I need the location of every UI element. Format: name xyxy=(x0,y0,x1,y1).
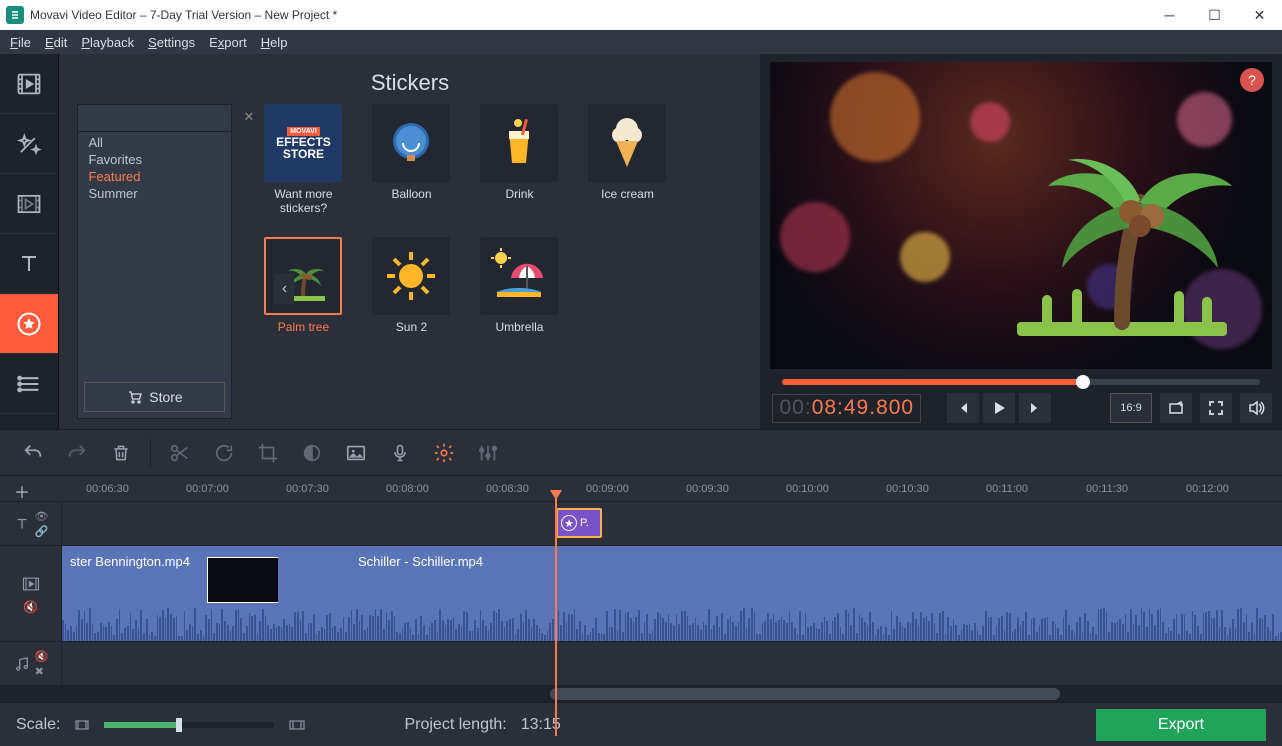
audio-track-icon xyxy=(13,655,31,673)
timeline-scrollbar[interactable] xyxy=(0,686,1282,702)
equalizer-button[interactable] xyxy=(471,436,505,470)
mute-icon[interactable]: 🔇 xyxy=(35,650,49,663)
menu-export[interactable]: Export xyxy=(209,35,247,50)
titles-track: 👁 🔗 ★P. xyxy=(0,502,1282,546)
playback-progress[interactable] xyxy=(782,379,1260,385)
link-icon[interactable]: 🔗 xyxy=(35,525,49,538)
timeline-toolbar xyxy=(0,429,1282,475)
video-clip-1[interactable]: ster Bennington.mp4 xyxy=(62,546,278,641)
sticker-sun-2[interactable]: Sun 2 xyxy=(368,237,454,334)
video-track-icon xyxy=(21,574,41,594)
clip-properties-button[interactable] xyxy=(427,436,461,470)
crop-button[interactable] xyxy=(251,436,285,470)
preview-panel: ? 00:08:49.800 16:9 xyxy=(760,54,1282,429)
sticker-clip[interactable]: ★P. xyxy=(556,508,602,538)
timeline: ＋ 00:06:30 00:07:00 00:07:30 00:08:00 00… xyxy=(0,475,1282,702)
audio-track: 🔇✖ xyxy=(0,642,1282,686)
tool-transitions[interactable] xyxy=(0,174,58,234)
tool-stickers[interactable] xyxy=(0,294,58,354)
tool-more[interactable] xyxy=(0,354,58,414)
aspect-ratio-button[interactable]: 16:9 xyxy=(1110,393,1152,423)
close-button[interactable]: ✕ xyxy=(1237,0,1282,30)
preview-video[interactable] xyxy=(770,62,1272,369)
mute-icon[interactable]: 🔇 xyxy=(23,600,38,614)
tool-filters[interactable] xyxy=(0,114,58,174)
category-summer[interactable]: Summer xyxy=(78,185,231,202)
menubar: File Edit Playback Settings Export Help xyxy=(0,30,1282,54)
next-frame-button[interactable] xyxy=(1019,393,1051,423)
sticker-drink[interactable]: Drink xyxy=(476,104,562,215)
fullscreen-button[interactable] xyxy=(1200,393,1232,423)
collapse-sidebar-handle[interactable]: ‹ xyxy=(274,274,294,304)
add-track-button[interactable]: ＋ xyxy=(14,479,34,499)
delete-button[interactable] xyxy=(104,436,138,470)
popout-button[interactable] xyxy=(1160,393,1192,423)
project-length-label: Project length: xyxy=(404,716,506,734)
category-search-input[interactable] xyxy=(88,111,243,125)
timeline-ruler[interactable]: ＋ 00:06:30 00:07:00 00:07:30 00:08:00 00… xyxy=(0,476,1282,502)
menu-help[interactable]: Help xyxy=(261,35,288,50)
stickers-panel: Stickers ✕ All Favorites Featured Summer… xyxy=(59,54,760,429)
scale-label: Scale: xyxy=(16,716,60,734)
store-button[interactable]: Store xyxy=(84,382,225,412)
cart-icon xyxy=(127,389,143,405)
prev-frame-button[interactable] xyxy=(947,393,979,423)
split-button[interactable] xyxy=(163,436,197,470)
fx-icon[interactable]: ✖ xyxy=(35,665,49,678)
visibility-icon[interactable]: 👁 xyxy=(35,510,49,523)
app-icon xyxy=(6,6,24,24)
scale-slider[interactable] xyxy=(104,722,274,728)
category-featured[interactable]: Featured xyxy=(78,168,231,185)
search-clear-icon[interactable]: ✕ xyxy=(243,109,254,127)
maximize-button[interactable]: ☐ xyxy=(1192,0,1237,30)
redo-button[interactable] xyxy=(60,436,94,470)
titlebar: Movavi Video Editor – 7-Day Trial Versio… xyxy=(0,0,1282,30)
sticker-umbrella[interactable]: Umbrella xyxy=(476,237,562,334)
export-button[interactable]: Export xyxy=(1096,709,1266,741)
color-button[interactable] xyxy=(295,436,329,470)
help-icon[interactable]: ? xyxy=(1240,68,1264,92)
tool-media[interactable] xyxy=(0,54,58,114)
title-track-icon xyxy=(13,515,31,533)
zoom-out-icon[interactable] xyxy=(74,717,90,733)
video-clip-2[interactable]: Schiller - Schiller.mp4 xyxy=(278,546,1282,641)
volume-button[interactable] xyxy=(1240,393,1272,423)
menu-file[interactable]: File xyxy=(10,35,31,50)
undo-button[interactable] xyxy=(16,436,50,470)
play-button[interactable] xyxy=(983,393,1015,423)
menu-edit[interactable]: Edit xyxy=(45,35,67,50)
bottom-bar: Scale: Project length: 13:15 Export xyxy=(0,702,1282,746)
clip-thumbnail xyxy=(208,558,278,602)
record-audio-button[interactable] xyxy=(383,436,417,470)
category-favorites[interactable]: Favorites xyxy=(78,151,231,168)
menu-playback[interactable]: Playback xyxy=(81,35,134,50)
sticker-balloon[interactable]: Balloon xyxy=(368,104,454,215)
rotate-button[interactable] xyxy=(207,436,241,470)
sticker-ice-cream[interactable]: Ice cream xyxy=(584,104,670,215)
stickers-grid: MOVAVI EFFECTS STORE Want more stickers?… xyxy=(260,104,760,429)
video-track: 🔇 ster Bennington.mp4 Schiller - Schille… xyxy=(0,546,1282,642)
window-title: Movavi Video Editor – 7-Day Trial Versio… xyxy=(30,8,337,22)
sticker-palm-tree[interactable]: Palm tree xyxy=(260,237,346,334)
timecode-display[interactable]: 00:08:49.800 xyxy=(772,394,921,423)
minimize-button[interactable]: ─ xyxy=(1147,0,1192,30)
panel-title: Stickers xyxy=(371,70,449,96)
tool-titles[interactable] xyxy=(0,234,58,294)
sticker-effects-store[interactable]: MOVAVI EFFECTS STORE Want more stickers? xyxy=(260,104,346,215)
menu-settings[interactable]: Settings xyxy=(148,35,195,50)
palm-tree-overlay xyxy=(1007,122,1237,352)
category-sidebar: ✕ All Favorites Featured Summer Store xyxy=(77,104,232,419)
playhead[interactable] xyxy=(555,496,557,736)
left-tool-strip xyxy=(0,54,59,429)
zoom-in-icon[interactable] xyxy=(288,717,306,733)
image-tool-button[interactable] xyxy=(339,436,373,470)
category-all[interactable]: All xyxy=(78,134,231,151)
